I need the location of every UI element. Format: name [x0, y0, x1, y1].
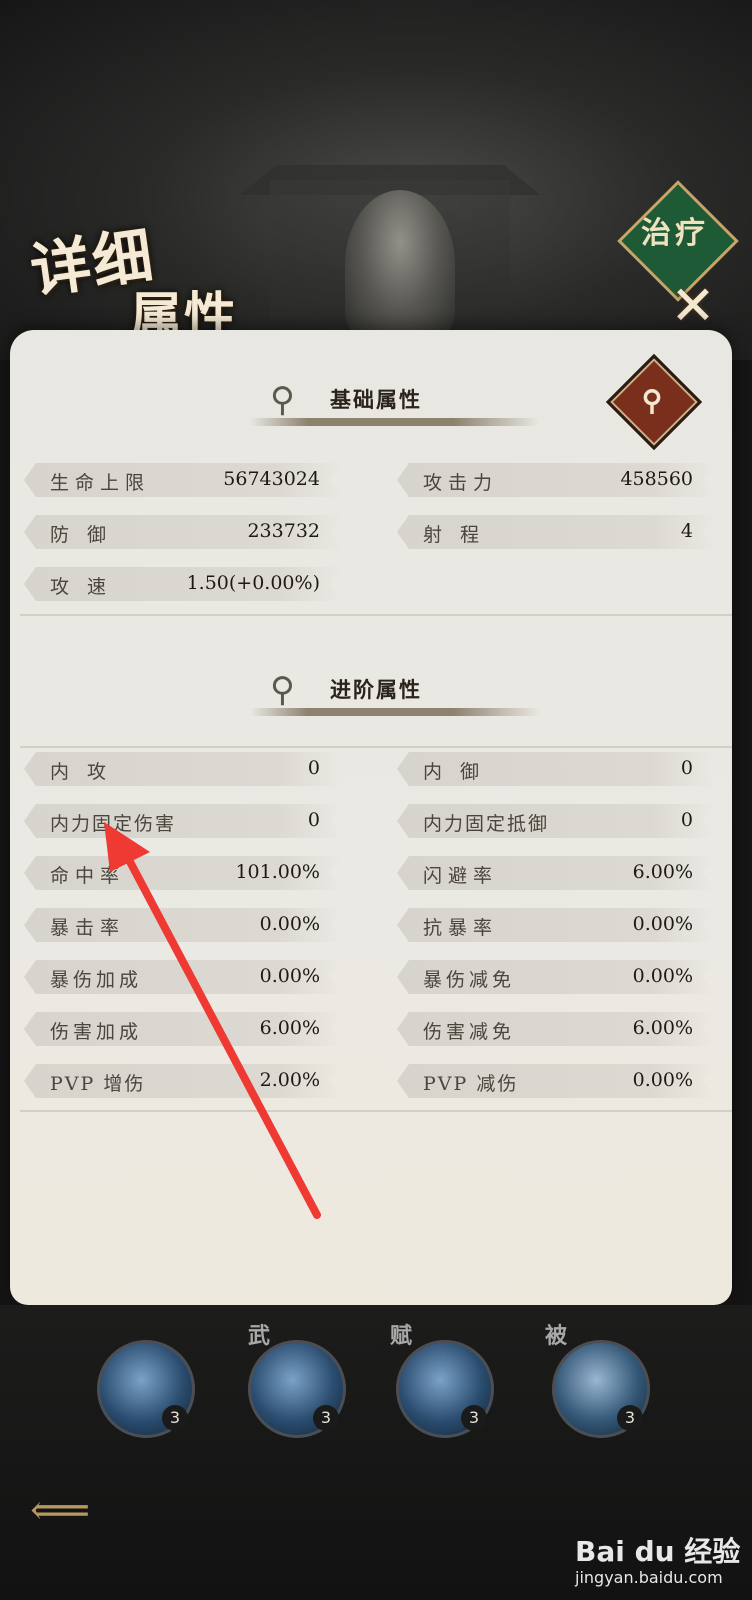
brush-ornament-icon: ⚲: [270, 670, 295, 710]
skill-level: 3: [162, 1405, 188, 1431]
stat-defense: 防 御 233732: [24, 515, 342, 549]
skill-tag-4: 被: [545, 1323, 568, 1349]
close-button[interactable]: ✕: [665, 278, 721, 334]
stat-label: 射 程: [423, 524, 486, 546]
stat-inner-fixed-damage: 内力固定伤害 0: [24, 804, 342, 838]
back-arrow-icon[interactable]: ⟸: [30, 1489, 120, 1531]
stat-inner-attack: 内 攻 0: [24, 752, 342, 786]
skill-tag-3: 赋: [390, 1323, 413, 1349]
stat-value: 6.00%: [259, 1017, 320, 1039]
skill-slot-1[interactable]: 3: [97, 1340, 195, 1438]
stat-value: 458560: [620, 468, 693, 490]
stat-value: 4: [680, 520, 693, 542]
stat-attack: 攻击力 458560: [397, 463, 715, 497]
stat-value: 56743024: [223, 468, 320, 490]
magnifier-icon: ⚲: [641, 384, 663, 417]
stat-pvp-damage-reduction: PVP 减伤 0.00%: [397, 1064, 715, 1098]
skill-slot-4[interactable]: 3: [552, 1340, 650, 1438]
brush-stroke: [250, 418, 540, 426]
stat-value: 0.00%: [632, 965, 693, 987]
section-divider: [20, 614, 732, 616]
stat-value: 0: [307, 809, 320, 831]
stat-value: 0.00%: [259, 965, 320, 987]
stat-value: 0.00%: [259, 913, 320, 935]
stat-label: 暴击率: [50, 917, 126, 939]
stat-value: 6.00%: [632, 1017, 693, 1039]
stat-crit-damage-bonus: 暴伤加成 0.00%: [24, 960, 342, 994]
stat-label: 防 御: [50, 524, 113, 546]
stat-value: 0: [680, 809, 693, 831]
stat-label: 攻击力: [423, 472, 499, 494]
section-divider: [20, 1110, 732, 1112]
watermark-url: jingyan.baidu.com: [575, 1568, 723, 1587]
stat-value: 0: [680, 757, 693, 779]
skill-level: 3: [313, 1405, 339, 1431]
stat-value: 0.00%: [632, 913, 693, 935]
stat-label: PVP 增伤: [50, 1073, 146, 1095]
stat-label: 暴伤减免: [423, 969, 516, 991]
stat-max-hp: 生命上限 56743024: [24, 463, 342, 497]
watermark: Bai du 经验 jingyan.baidu.com: [575, 1530, 745, 1590]
stat-label: 内 御: [423, 761, 486, 783]
stat-value: 0.00%: [632, 1069, 693, 1091]
skill-tag-2: 武: [248, 1323, 271, 1349]
stat-inner-fixed-resist: 内力固定抵御 0: [397, 804, 715, 838]
stat-label: 暴伤加成: [50, 969, 143, 991]
stat-value: 1.50(+0.00%): [186, 572, 320, 594]
stat-value: 233732: [247, 520, 320, 542]
skill-level: 3: [617, 1405, 643, 1431]
skill-level: 3: [461, 1405, 487, 1431]
stat-pvp-damage-bonus: PVP 增伤 2.00%: [24, 1064, 342, 1098]
stat-label: 内力固定伤害: [50, 813, 177, 835]
basic-attributes-title: 基础属性: [330, 387, 422, 412]
advanced-attributes-header: ⚲ 进阶属性: [250, 668, 550, 724]
stat-label: 生命上限: [50, 472, 151, 494]
stat-dodge-rate: 闪避率 6.00%: [397, 856, 715, 890]
stat-label: 攻 速: [50, 576, 113, 598]
stat-inner-defense: 内 御 0: [397, 752, 715, 786]
stat-anti-crit-rate: 抗暴率 0.00%: [397, 908, 715, 942]
watermark-logo: Bai du 经验: [575, 1535, 741, 1568]
stat-label: 伤害加成: [50, 1021, 143, 1043]
advanced-attributes-title: 进阶属性: [330, 677, 422, 702]
stat-value: 0: [307, 757, 320, 779]
stat-value: 2.00%: [259, 1069, 320, 1091]
stat-label: 内 攻: [50, 761, 113, 783]
section-divider: [20, 746, 732, 748]
brush-ornament-icon: ⚲: [270, 380, 295, 420]
stat-label: 伤害减免: [423, 1021, 516, 1043]
stat-crit-rate: 暴击率 0.00%: [24, 908, 342, 942]
basic-attributes-header: ⚲ 基础属性: [250, 378, 550, 434]
stat-damage-bonus: 伤害加成 6.00%: [24, 1012, 342, 1046]
stat-label: 抗暴率: [423, 917, 499, 939]
stat-range: 射 程 4: [397, 515, 715, 549]
stat-label: 内力固定抵御: [423, 813, 550, 835]
stat-label: 闪避率: [423, 865, 499, 887]
stat-damage-reduction: 伤害减免 6.00%: [397, 1012, 715, 1046]
brush-stroke: [250, 708, 540, 716]
stat-label: 命中率: [50, 865, 126, 887]
character-portrait: [345, 190, 455, 340]
page-title: 详细 属性: [20, 205, 260, 348]
skill-slot-2[interactable]: 3: [248, 1340, 346, 1438]
stat-crit-damage-reduction: 暴伤减免 0.00%: [397, 960, 715, 994]
stat-value: 6.00%: [632, 861, 693, 883]
stat-label: PVP 减伤: [423, 1073, 519, 1095]
role-badge-text: 治疗: [641, 216, 709, 251]
stat-attack-speed: 攻 速 1.50(+0.00%): [24, 567, 342, 601]
stat-value: 101.00%: [235, 861, 320, 883]
stat-hit-rate: 命中率 101.00%: [24, 856, 342, 890]
skill-slot-3[interactable]: 3: [396, 1340, 494, 1438]
